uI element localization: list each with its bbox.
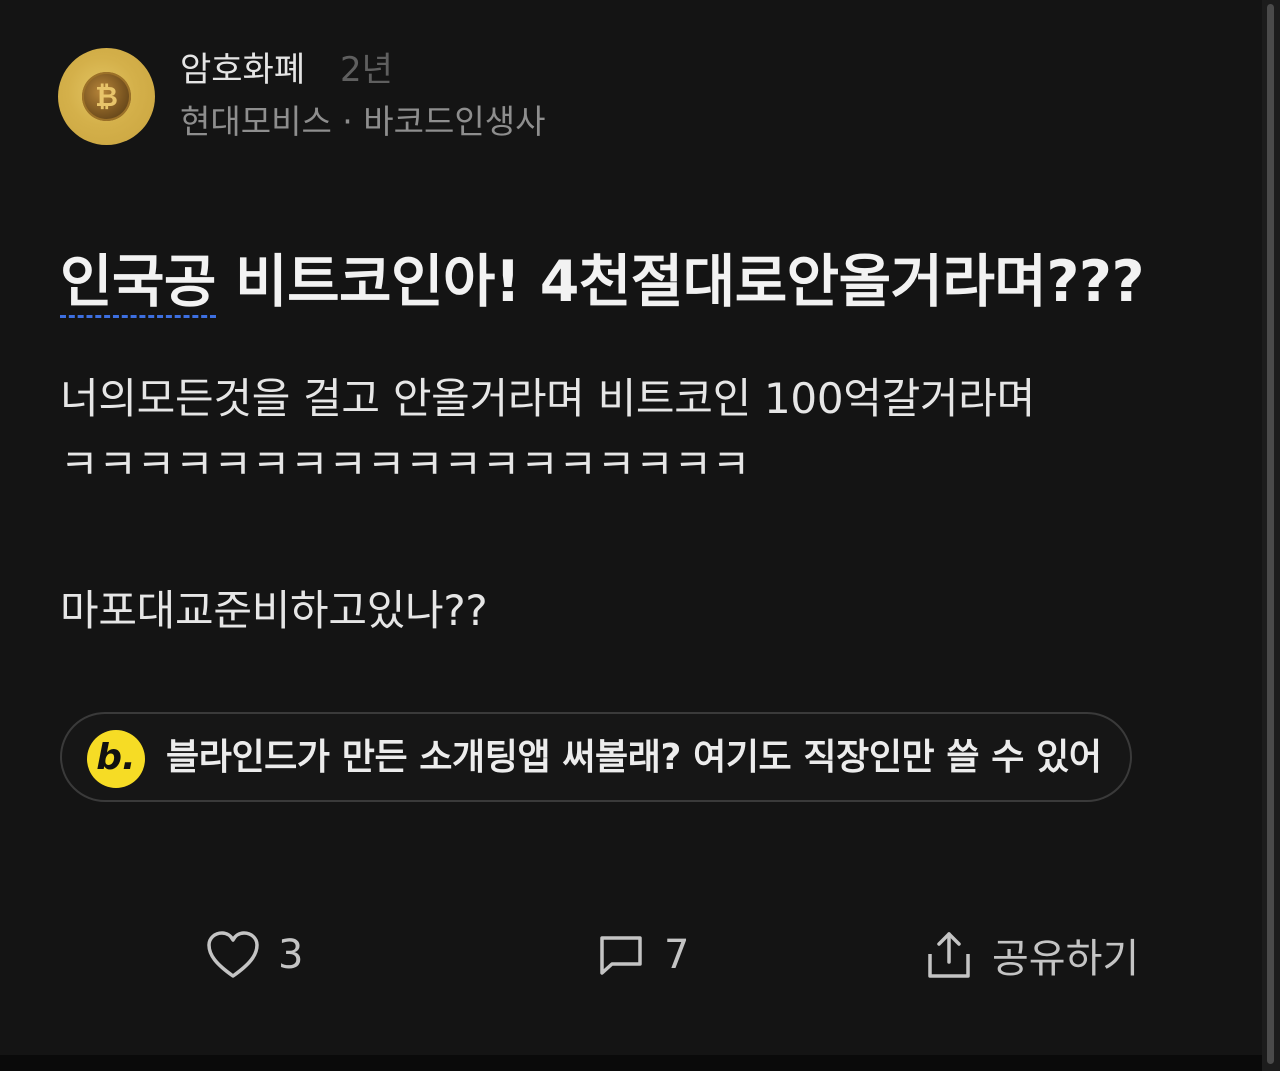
- vertical-scrollbar[interactable]: [1262, 0, 1280, 1071]
- comment-count: 7: [664, 932, 690, 978]
- like-count: 3: [278, 932, 304, 978]
- post-age: 2년: [340, 50, 393, 90]
- post-body-line: 너의모든것을 걸고 안올거라며 비트코인 100억갈거라며: [60, 374, 1035, 423]
- author-header: ₿ 암호화폐 2년 현대모비스 · 바코드인생사: [58, 48, 758, 148]
- heart-icon: [207, 931, 259, 978]
- author-name[interactable]: 암호화폐: [180, 48, 305, 92]
- post-body-line: ㅋㅋㅋㅋㅋㅋㅋㅋㅋㅋㅋㅋㅋㅋㅋㅋㅋㅋ: [60, 440, 751, 489]
- post-view: ₿ 암호화폐 2년 현대모비스 · 바코드인생사 인국공 비트코인아! 4천절대…: [0, 0, 1280, 1071]
- post-body-spacer: [60, 498, 1240, 578]
- post-title-spellcheck-word: 인국공: [60, 249, 216, 318]
- promo-banner[interactable]: b. 블라인드가 만든 소개팅앱 써볼래? 여기도 직장인만 쓸 수 있어: [60, 712, 1132, 802]
- scrollbar-thumb[interactable]: [1267, 4, 1274, 1064]
- post-body-line: 마포대교준비하고있나??: [60, 586, 488, 635]
- avatar[interactable]: ₿: [58, 48, 155, 145]
- comment-button[interactable]: 7: [596, 920, 689, 990]
- promo-text: 블라인드가 만든 소개팅앱 써볼래? 여기도 직장인만 쓸 수 있어: [166, 737, 1102, 778]
- like-button[interactable]: 3: [206, 920, 303, 990]
- author-company: 현대모비스 · 바코드인생사: [180, 102, 546, 141]
- post-title-rest: 비트코인아! 4천절대로안올거라며???: [215, 249, 1145, 315]
- share-icon: [928, 932, 970, 978]
- bottom-edge: [0, 1055, 1262, 1071]
- action-bar: 3 7 공유하기: [0, 920, 1262, 990]
- blind-logo-icon: b.: [87, 730, 145, 788]
- bitcoin-coin-icon: ₿: [82, 72, 131, 121]
- share-button[interactable]: 공유하기: [924, 920, 1139, 990]
- post-body: 너의모든것을 걸고 안올거라며 비트코인 100억갈거라며 ㅋㅋㅋㅋㅋㅋㅋㅋㅋㅋ…: [60, 366, 1240, 644]
- share-label: 공유하기: [992, 936, 1140, 982]
- comment-icon: [600, 936, 642, 975]
- post-title: 인국공 비트코인아! 4천절대로안올거라며???: [60, 244, 1145, 320]
